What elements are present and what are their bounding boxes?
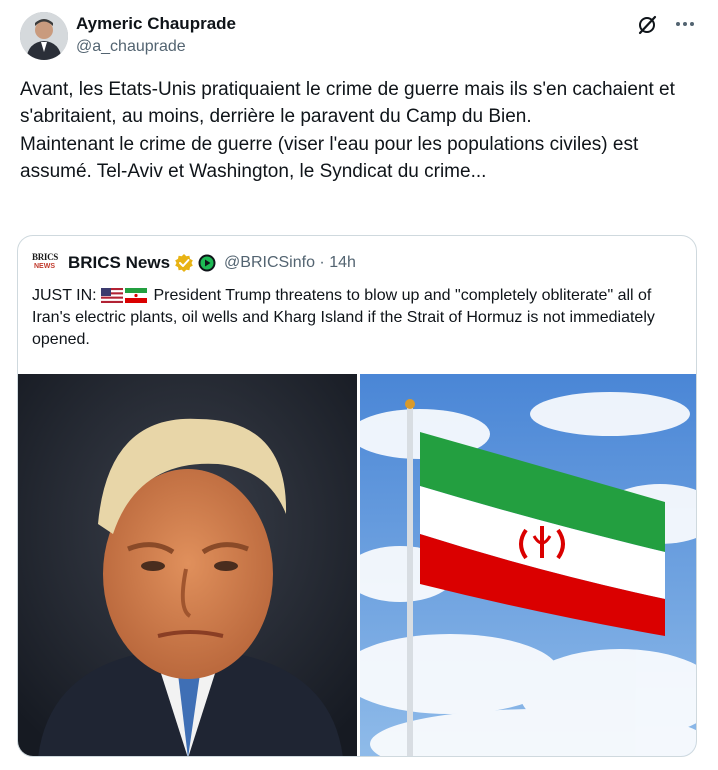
more-icon[interactable] [672,12,698,36]
quote-header: BRICS NEWS BRICS News @BRICSinfo · 14h [32,252,356,274]
quote-text-prefix: JUST IN: [32,287,97,304]
brics-logo-text: BRICS [32,252,59,262]
quote-author-name[interactable]: BRICS News [68,253,170,273]
verified-gold-icon [175,254,193,272]
quote-handle-time[interactable]: @BRICSinfo · 14h [224,254,356,272]
grok-icon[interactable] [636,14,658,36]
portrait-photo[interactable] [18,374,357,756]
quote-text: JUST IN: President Trump threatens to bl… [32,285,688,351]
iran-flag-icon [125,288,148,303]
author-handle[interactable]: @a_chauprade [76,38,186,56]
brics-avatar[interactable]: BRICS NEWS [32,252,60,274]
affiliate-badge-icon [198,254,216,272]
author-avatar[interactable] [20,12,68,60]
author-name[interactable]: Aymeric Chauprade [76,14,236,34]
quoted-tweet[interactable]: BRICS NEWS BRICS News @BRICSinfo · 14h J… [17,235,697,757]
us-flag-icon [101,288,124,303]
brics-logo-subtext: NEWS [34,263,55,270]
tweet-text: Avant, les Etats-Unis pratiquaient le cr… [20,79,675,182]
iran-flag-photo[interactable] [360,374,696,756]
tweet-header: Aymeric Chauprade @a_chauprade [20,10,702,60]
